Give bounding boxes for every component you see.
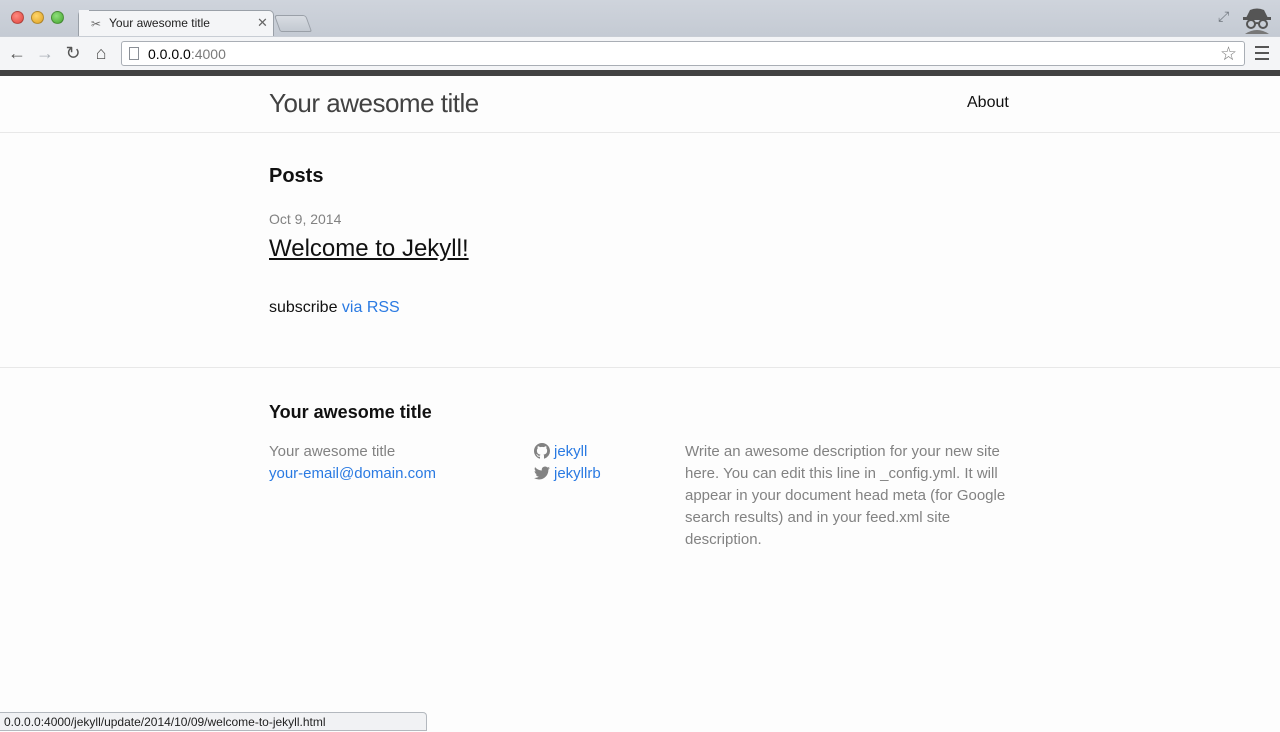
chrome-menu-icon[interactable] [1252,42,1272,64]
tab-close-icon[interactable]: ✕ [257,15,268,31]
footer-heading: Your awesome title [269,402,432,422]
site-header: Your awesome title About [0,76,1280,133]
footer-description: Write an awesome description for your ne… [685,443,1006,548]
new-tab-button[interactable] [273,15,313,32]
bookmark-star-icon[interactable]: ☆ [1220,43,1237,66]
post-date: Oct 9, 2014 [269,211,342,227]
github-username: jekyll [554,443,588,460]
subscribe-line: subscribe via RSS [269,299,400,317]
twitter-username: jekyllrb [554,465,601,482]
window-maximize-button[interactable] [51,11,64,24]
incognito-icon [1243,8,1271,34]
browser-chrome: ✂ Your awesome title ✕ ⤢ ← → ↻ ⌂ 0.0.0.0… [0,0,1280,76]
github-link[interactable]: jekyll [534,443,587,460]
twitter-link[interactable]: jekyllrb [534,465,601,482]
browser-toolbar: ← → ↻ ⌂ 0.0.0.0:4000 ☆ [0,36,1280,70]
tab-active[interactable]: ✂ Your awesome title ✕ [78,10,274,37]
window-close-button[interactable] [11,11,24,24]
subscribe-text: subscribe [269,299,342,316]
reload-icon[interactable]: ↻ [62,42,84,64]
footer-email-link[interactable]: your-email@domain.com [269,465,436,482]
fullscreen-icon[interactable]: ⤢ [1218,8,1229,25]
site-title-link[interactable]: Your awesome title [269,88,479,119]
page-icon [129,47,139,60]
post-title-link[interactable]: Welcome to Jekyll! [269,235,469,263]
url-text[interactable]: 0.0.0.0:4000 [148,46,226,62]
twitter-icon [534,466,550,480]
status-bubble: 0.0.0.0:4000/jekyll/update/2014/10/09/we… [0,712,427,731]
footer-contact: Your awesome title your-email@domain.com [269,441,436,485]
favicon-icon: ✂ [91,17,102,31]
site-footer: Your awesome title Your awesome title yo… [0,367,1280,732]
nav-about-link[interactable]: About [967,94,1009,112]
address-bar[interactable]: 0.0.0.0:4000 ☆ [121,41,1245,66]
footer-social: jekyll jekyllrb [534,441,601,485]
github-icon [534,443,550,459]
home-icon[interactable]: ⌂ [90,42,112,64]
forward-arrow-icon[interactable]: → [34,42,56,64]
tab-strip: ✂ Your awesome title ✕ ⤢ [0,0,1280,37]
posts-heading: Posts [269,165,324,187]
footer-name: Your awesome title [269,443,396,460]
back-arrow-icon[interactable]: ← [6,42,28,64]
tab-title: Your awesome title [109,16,210,30]
window-minimize-button[interactable] [31,11,44,24]
rss-link[interactable]: via RSS [342,299,400,316]
